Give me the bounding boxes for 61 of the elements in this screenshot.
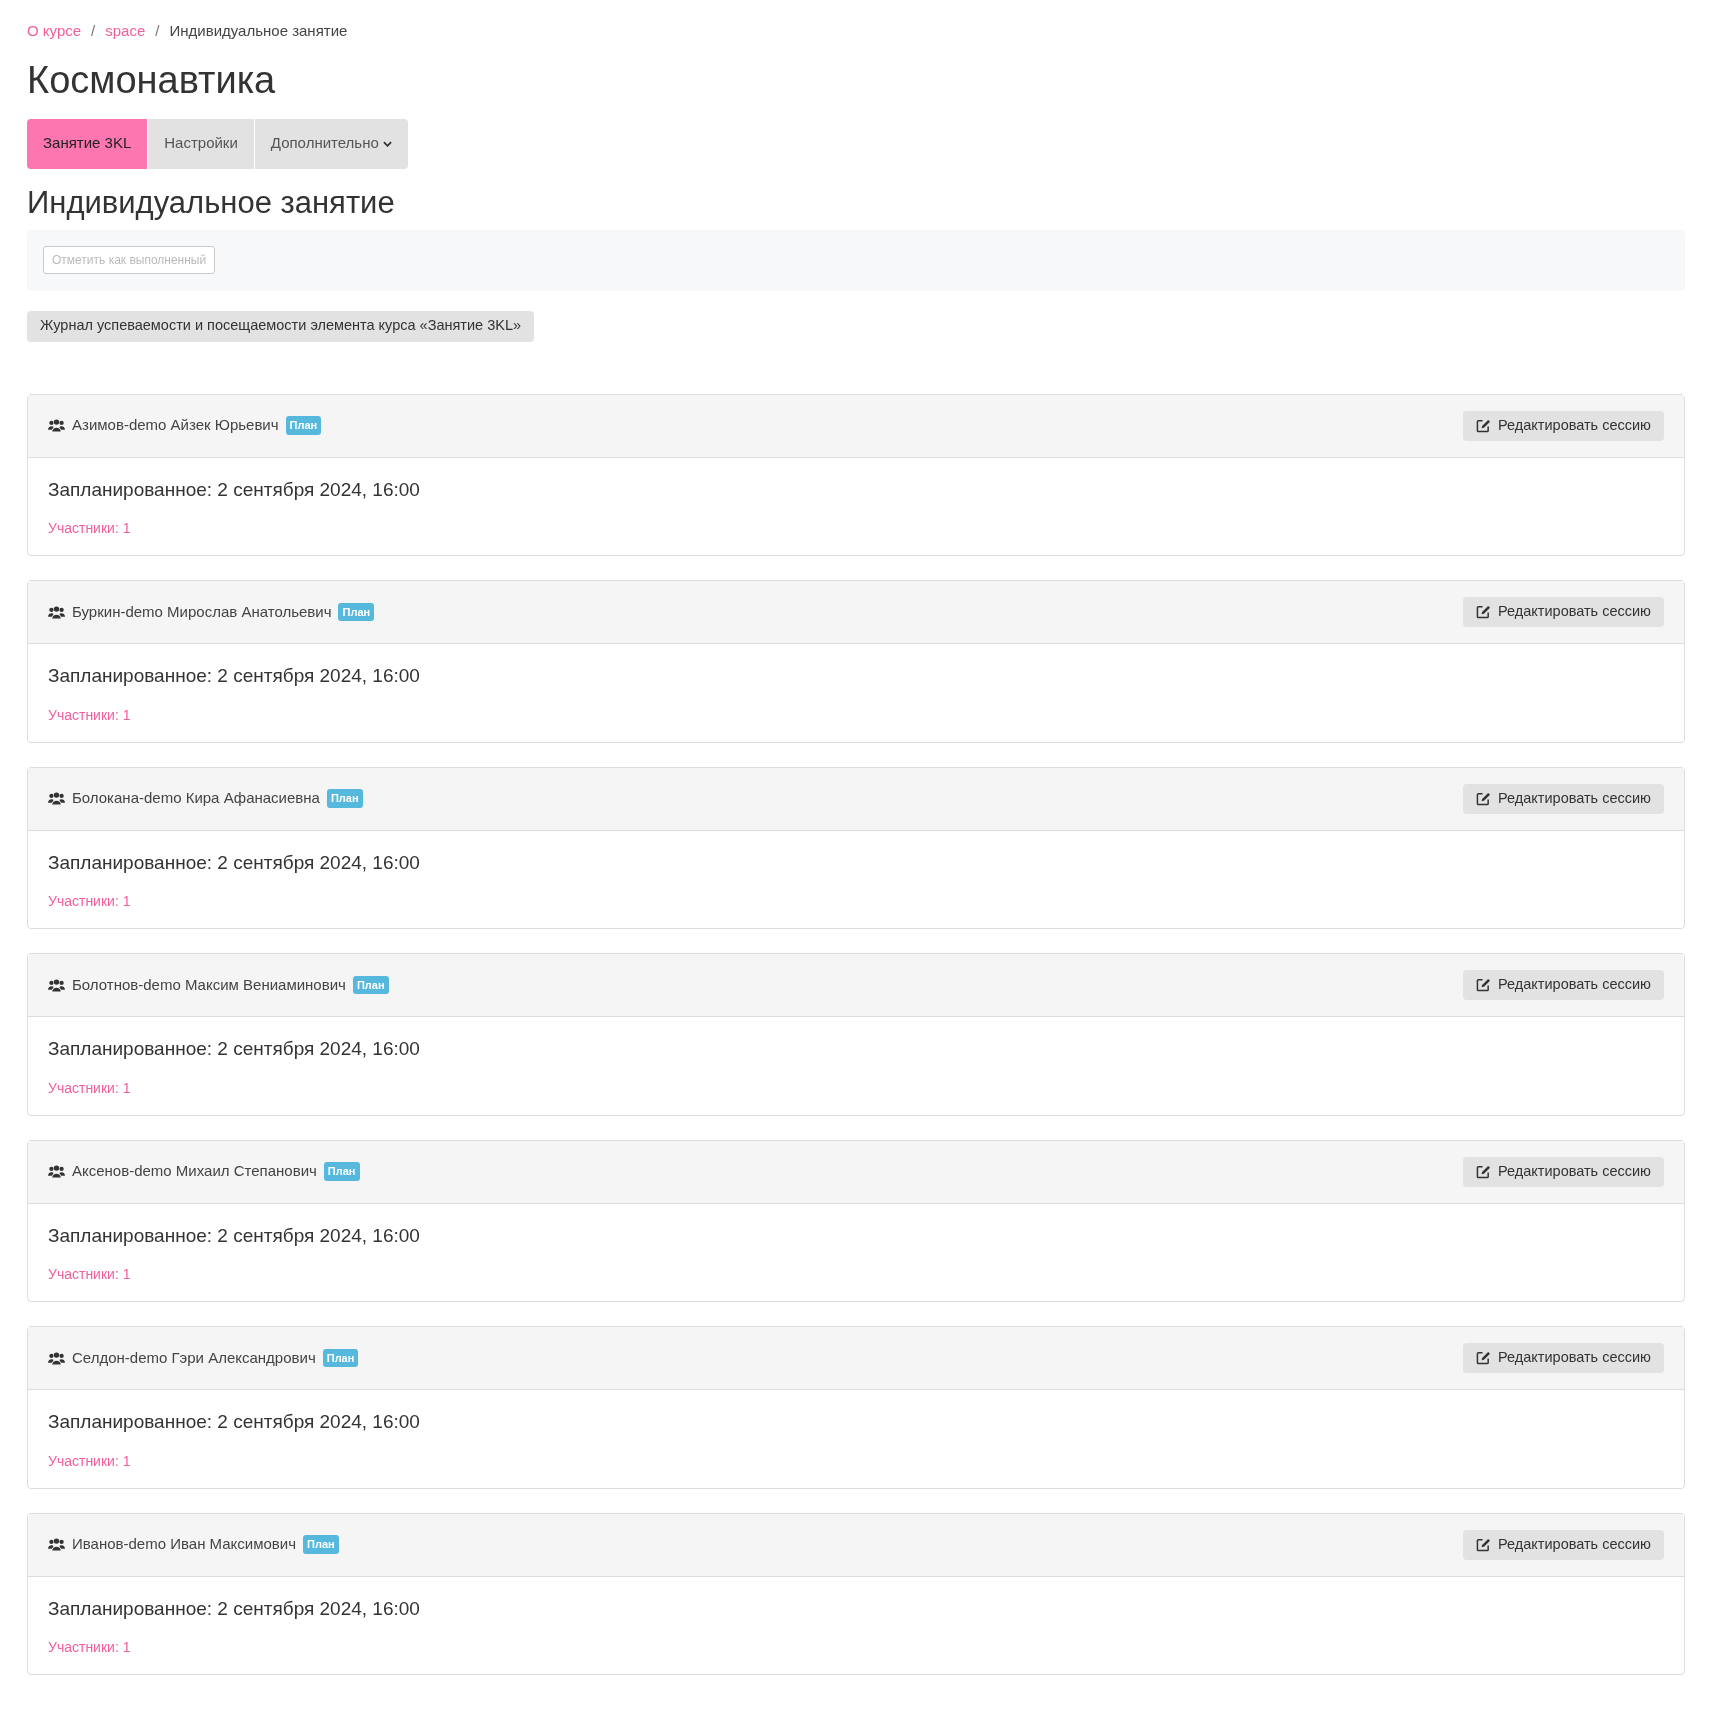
users-icon (48, 418, 65, 433)
plan-badge: План (326, 789, 363, 808)
scheduled-date: Запланированное: 2 сентября 2024, 16:00 (48, 1037, 421, 1061)
users-icon (48, 977, 65, 993)
participants-link[interactable]: Участники: 1 (48, 1264, 131, 1285)
breadcrumb-separator: / (155, 21, 160, 41)
breadcrumb-link[interactable]: space (105, 20, 146, 43)
edit-icon (1476, 605, 1491, 619)
breadcrumb-link[interactable]: О курсе (27, 20, 82, 43)
breadcrumb-separator: / (91, 21, 96, 41)
edit-icon (1476, 1164, 1491, 1179)
users-icon (48, 1164, 65, 1179)
breadcrumb-current: Индивидуальное занятие (169, 21, 348, 41)
scheduled-date: Запланированное: 2 сентября 2024, 16:00 (48, 1596, 421, 1621)
student-name: Иванов-demo Иван Максимович (72, 1534, 296, 1555)
users-icon (48, 1350, 65, 1366)
edit-session-button[interactable]: Редактировать сессию (1463, 410, 1664, 441)
users-icon (48, 1537, 65, 1552)
participants-link[interactable]: Участники: 1 (48, 1637, 131, 1658)
chevron-down-icon (382, 140, 392, 147)
plan-badge: План (303, 1535, 339, 1554)
participants-link[interactable]: Участники: 1 (48, 518, 131, 539)
edit-icon (1476, 418, 1491, 433)
users-icon (48, 604, 65, 620)
student-name: Азимов-demo Айзек Юрьевич (72, 415, 279, 436)
edit-icon (1476, 978, 1491, 992)
plan-badge: План (338, 602, 375, 622)
edit-session-button[interactable]: Редактировать сессию (1463, 1343, 1664, 1373)
plan-badge: План (285, 416, 322, 435)
student-name: Болотнов-demo Максим Вениаминович (72, 974, 346, 995)
edit-session-button[interactable]: Редактировать сессию (1463, 783, 1664, 814)
plan-badge: План (323, 1162, 360, 1181)
edit-icon (1476, 1537, 1491, 1552)
edit-session-button[interactable]: Редактировать сессию (1463, 970, 1664, 1000)
course-title: Космонавтика (27, 60, 277, 99)
participants-link[interactable]: Участники: 1 (48, 1450, 131, 1472)
page-title: Индивидуальное занятие (27, 186, 396, 218)
student-name: Аксенов-demo Михаил Степанович (72, 1161, 317, 1182)
nav-tab[interactable]: Дополнительно (254, 118, 408, 169)
plan-badge: План (352, 975, 389, 995)
plan-badge: План (322, 1348, 359, 1368)
edit-icon (1476, 791, 1491, 806)
scheduled-date: Запланированное: 2 сентября 2024, 16:00 (48, 477, 421, 502)
scheduled-date: Запланированное: 2 сентября 2024, 16:00 (48, 664, 421, 688)
scheduled-date: Запланированное: 2 сентября 2024, 16:00 (48, 850, 421, 875)
edit-session-button[interactable]: Редактировать сессию (1463, 597, 1664, 627)
student-name: Селдон-demo Гэри Александрович (72, 1347, 316, 1368)
edit-session-button[interactable]: Редактировать сессию (1463, 1156, 1664, 1187)
participants-link[interactable]: Участники: 1 (48, 704, 131, 726)
nav-tab[interactable]: Занятие 3KL (27, 118, 148, 169)
student-name: Буркин-demo Мирослав Анатольевич (72, 601, 332, 622)
participants-link[interactable]: Участники: 1 (48, 1077, 131, 1099)
users-icon (48, 791, 65, 806)
edit-icon (1476, 1351, 1491, 1365)
scheduled-date: Запланированное: 2 сентября 2024, 16:00 (48, 1223, 421, 1248)
scheduled-date: Запланированное: 2 сентября 2024, 16:00 (48, 1410, 421, 1434)
participants-link[interactable]: Участники: 1 (48, 891, 131, 912)
journal-button[interactable]: Журнал успеваемости и посещаемости элемента курса «Занятие 3KL» (27, 310, 535, 342)
student-name: Болокана-demo Кира Афанасиевна (72, 788, 320, 809)
nav-tab[interactable]: Настройки (148, 118, 254, 169)
edit-session-button[interactable]: Редактировать сессию (1463, 1529, 1664, 1560)
